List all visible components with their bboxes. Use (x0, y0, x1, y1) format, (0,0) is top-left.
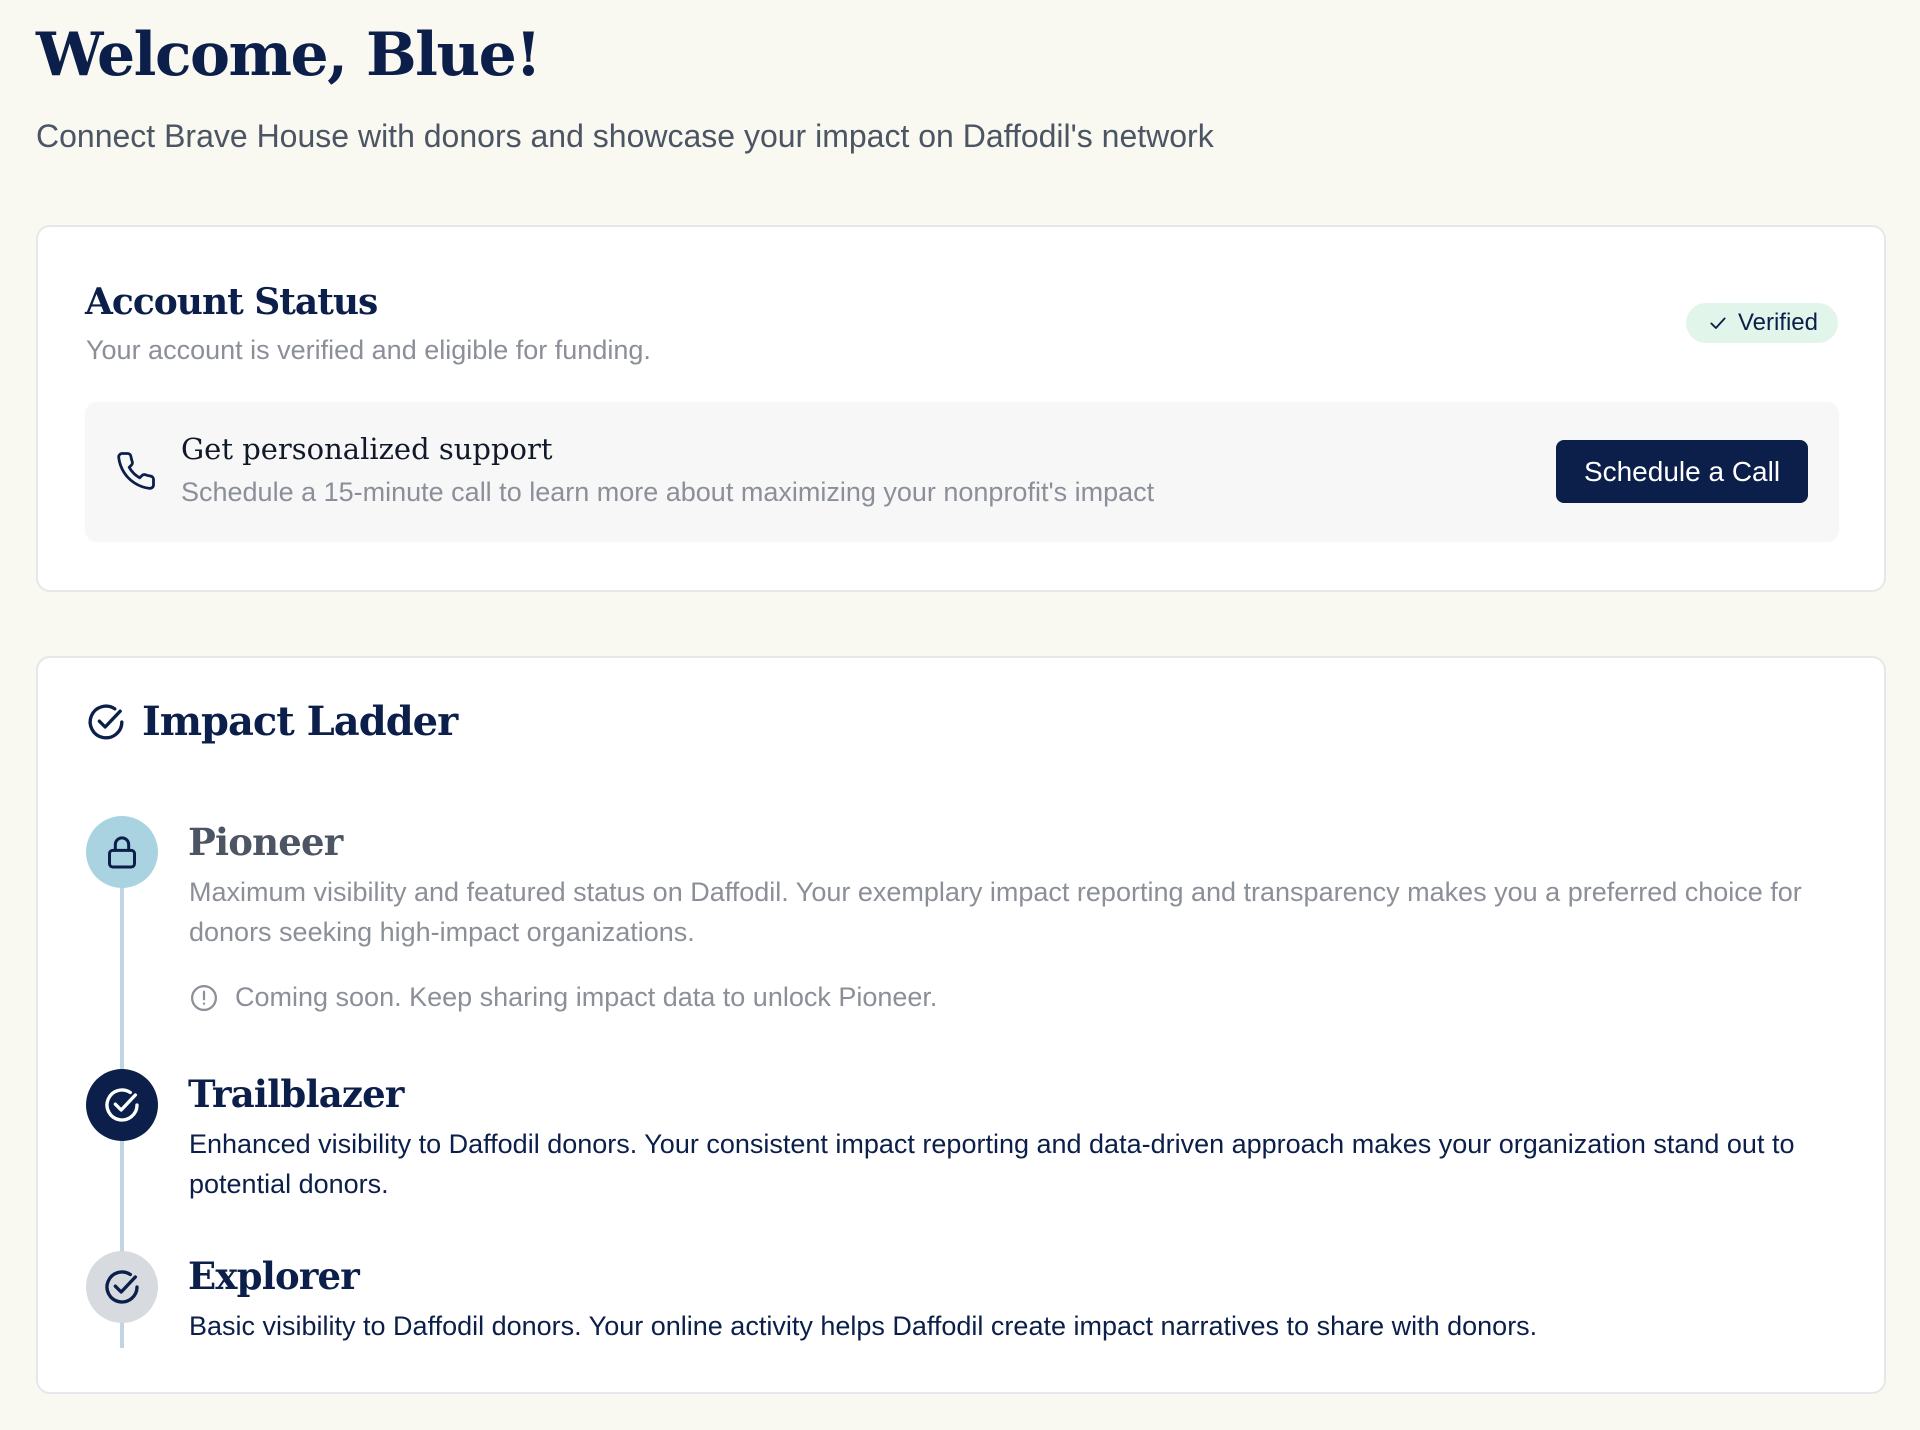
pioneer-note-text: Coming soon. Keep sharing impact data to… (235, 982, 938, 1012)
pioneer-coming-soon-note: Coming soon. Keep sharing impact data to… (189, 982, 937, 1013)
verified-badge: Verified (1685, 303, 1838, 343)
account-status-card: Account Status Your account is verified … (36, 225, 1886, 592)
circle-check-icon (105, 1270, 139, 1304)
welcome-heading: Welcome, Blue! (36, 20, 542, 90)
circle-check-icon (105, 1088, 139, 1122)
explorer-level-icon (86, 1251, 158, 1323)
lock-icon (108, 836, 136, 869)
schedule-call-button[interactable]: Schedule a Call (1556, 440, 1808, 503)
trailblazer-level-icon (86, 1069, 158, 1141)
trailblazer-level-description: Enhanced visibility to Daffodil donors. … (189, 1129, 1795, 1199)
trailblazer-level-name: Trailblazer (188, 1072, 404, 1116)
verified-badge-label: Verified (1737, 309, 1818, 336)
support-subtitle: Schedule a 15-minute call to learn more … (181, 477, 1155, 507)
circle-check-icon (88, 703, 124, 739)
info-circle-icon (191, 984, 217, 1011)
account-status-subtitle: Your account is verified and eligible fo… (86, 335, 651, 365)
impact-ladder-card: Impact Ladder Pioneer Maximum visibility… (36, 656, 1886, 1394)
pioneer-level-description: Maximum visibility and featured status o… (189, 877, 1802, 947)
support-title: Get personalized support (181, 432, 553, 466)
welcome-subtitle: Connect Brave House with donors and show… (36, 118, 1214, 154)
explorer-level-name: Explorer (188, 1254, 360, 1298)
impact-ladder-title: Impact Ladder (142, 698, 458, 745)
check-icon (1710, 317, 1726, 329)
impact-ladder-header: Impact Ladder (86, 698, 458, 745)
account-status-title: Account Status (85, 281, 378, 323)
phone-icon (117, 452, 155, 490)
explorer-level-description: Basic visibility to Daffodil donors. You… (189, 1311, 1538, 1341)
pioneer-level-icon (86, 816, 158, 888)
support-panel: Get personalized support Schedule a 15-m… (85, 402, 1839, 542)
pioneer-level-name: Pioneer (188, 820, 343, 864)
